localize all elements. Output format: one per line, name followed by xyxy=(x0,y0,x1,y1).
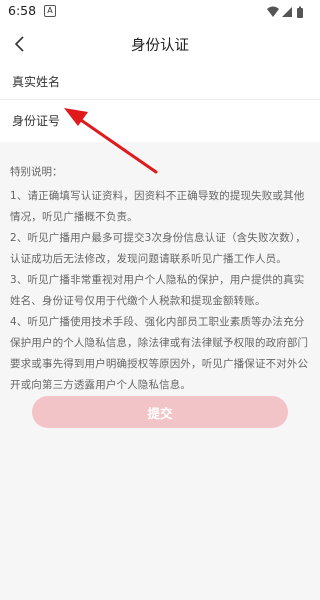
notification-icon: A xyxy=(44,5,56,17)
battery-icon xyxy=(297,6,303,18)
page-title: 身份认证 xyxy=(131,38,189,54)
status-icons xyxy=(266,5,310,19)
app-bar: 身份认证 xyxy=(0,24,320,64)
name-row xyxy=(0,64,320,100)
real-name-input[interactable] xyxy=(0,64,320,99)
note-paragraph-1: 1、请正确填写认证资料，因资料不正确导致的提现失败或其他情况，听见广播概不负责。 xyxy=(10,190,305,223)
wifi-icon xyxy=(267,6,279,17)
notes-body: 1、请正确填写认证资料，因资料不正确导致的提现失败或其他情况，听见广播概不负责。… xyxy=(10,186,312,396)
submit-button[interactable]: 提交 xyxy=(32,396,288,428)
note-paragraph-2: 2、听见广播用户最多可提交3次身份信息认证（含失败次数），认证成功后无法修改，发… xyxy=(10,232,306,265)
id-number-input[interactable] xyxy=(0,100,320,142)
signal-icon xyxy=(282,7,292,17)
notes-title: 特别说明： xyxy=(10,166,63,178)
status-time: 6:58 xyxy=(8,3,37,18)
status-bar: 6:58 A xyxy=(0,0,320,24)
id-number-row xyxy=(0,100,320,142)
note-paragraph-3: 3、听见广播非常重视对用户个人隐私的保护，用户提供的真实姓名、身份证号仅用于代缴… xyxy=(10,274,305,307)
note-paragraph-4: 4、听见广播使用技术手段、强化内部员工职业素质等办法充分保护用户的个人隐私信息，… xyxy=(10,316,309,391)
